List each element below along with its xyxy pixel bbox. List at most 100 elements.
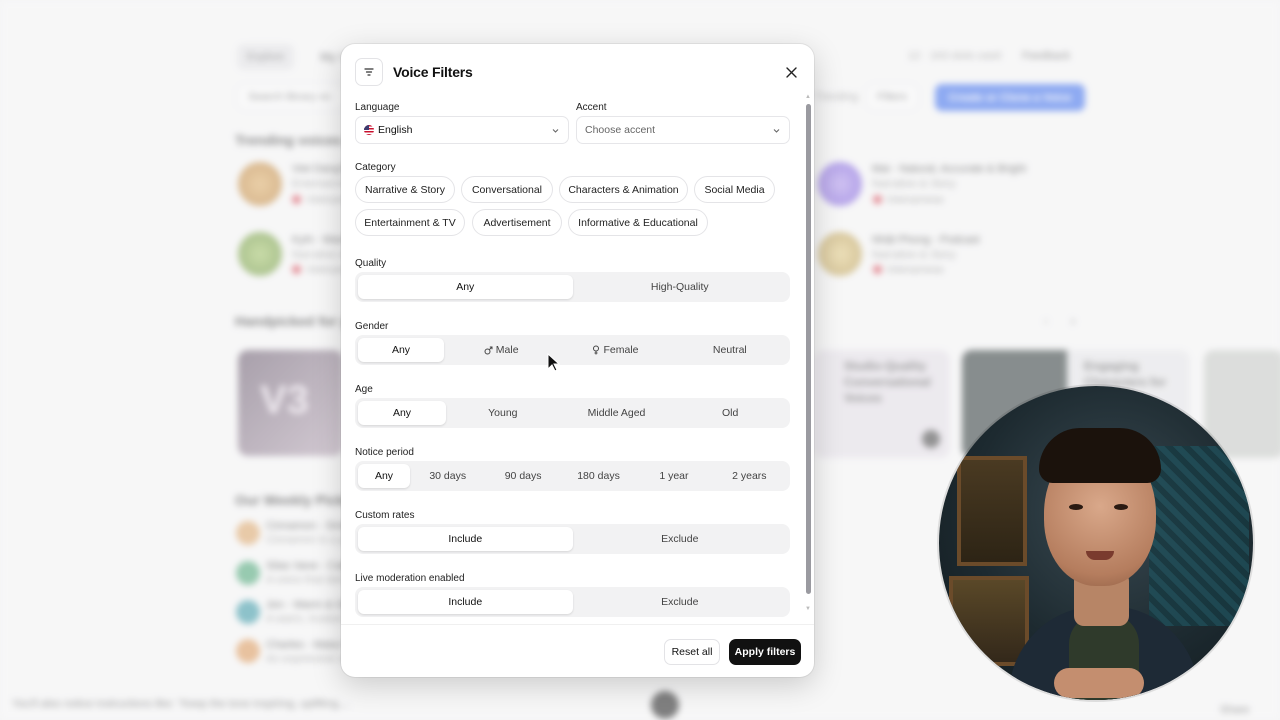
modal-footer: Reset all Apply filters bbox=[341, 624, 814, 677]
modal-header: Voice Filters bbox=[341, 44, 814, 102]
pick-name: Charles - Matur bbox=[266, 639, 342, 651]
avatar bbox=[238, 232, 282, 276]
chevron-down-icon bbox=[773, 129, 780, 133]
avatar bbox=[238, 162, 282, 206]
flag-icon bbox=[873, 265, 882, 274]
notice-option-180-days[interactable]: 180 days bbox=[561, 464, 636, 488]
live-moderation-segmented-control: Include Exclude bbox=[355, 587, 790, 617]
notice-option-any[interactable]: Any bbox=[358, 464, 410, 488]
notice-option-1-year[interactable]: 1 year bbox=[636, 464, 711, 488]
us-flag-icon bbox=[364, 125, 374, 135]
category-chip-advertisement[interactable]: Advertisement bbox=[472, 209, 562, 236]
gender-label: Gender bbox=[355, 321, 389, 332]
filter-icon bbox=[355, 58, 383, 86]
pick-desc: A warm, trusted bbox=[266, 613, 343, 625]
scrollbar[interactable]: ▲ ▼ bbox=[805, 94, 811, 616]
category-chip-social-media[interactable]: Social Media bbox=[694, 176, 775, 203]
avatar bbox=[818, 162, 862, 206]
handpicked-heading: Handpicked for y bbox=[235, 313, 349, 329]
voice-name: Viet DangT bbox=[292, 163, 347, 175]
age-option-old[interactable]: Old bbox=[673, 401, 787, 425]
play-button-bg bbox=[651, 691, 679, 719]
gender-option-female[interactable]: Female bbox=[558, 338, 672, 362]
close-icon[interactable] bbox=[781, 62, 801, 82]
male-icon bbox=[484, 346, 493, 354]
avatar bbox=[236, 561, 260, 585]
notice-period-label: Notice period bbox=[355, 447, 414, 458]
trending-heading: Trending voices bbox=[235, 132, 342, 148]
gender-segmented-control: Any Male Female Neutral bbox=[355, 335, 790, 365]
webcam-overlay bbox=[939, 386, 1253, 700]
pick-desc: A voice that deli bbox=[266, 574, 344, 586]
create-clone-button: Create or Clone a Voice bbox=[935, 84, 1085, 111]
player-caption: You'll also notice instructions like: "K… bbox=[12, 698, 351, 710]
voice-name: Nhật Phong - Podcast bbox=[872, 234, 980, 246]
feedback-link: Feedback bbox=[1022, 50, 1071, 62]
share-link: Share bbox=[1220, 704, 1250, 716]
gender-option-any[interactable]: Any bbox=[358, 338, 444, 362]
mouse-cursor-icon bbox=[547, 353, 560, 372]
avatar bbox=[818, 232, 862, 276]
credits-indicator: 12 · 163 slots used bbox=[908, 50, 1001, 62]
language-select[interactable]: English bbox=[355, 116, 569, 144]
custom-rates-segmented-control: Include Exclude bbox=[355, 524, 790, 554]
avatar bbox=[236, 521, 260, 545]
voice-filters-modal: Voice Filters Language English Accent Ch… bbox=[341, 44, 814, 677]
accent-placeholder: Choose accent bbox=[585, 124, 656, 136]
trending-sort: Trending bbox=[815, 91, 859, 103]
category-label: Category bbox=[355, 162, 396, 173]
custom-rates-option-include[interactable]: Include bbox=[358, 527, 573, 551]
age-option-any[interactable]: Any bbox=[358, 401, 446, 425]
quality-option-high-quality[interactable]: High-Quality bbox=[573, 275, 788, 299]
notice-option-90-days[interactable]: 90 days bbox=[485, 464, 560, 488]
language-label: Language bbox=[355, 102, 400, 113]
age-option-young[interactable]: Young bbox=[446, 401, 560, 425]
category-chip-conversational[interactable]: Conversational bbox=[461, 176, 553, 203]
avatar bbox=[236, 639, 260, 663]
category-chip-characters-animation[interactable]: Characters & Animation bbox=[559, 176, 688, 203]
custom-rates-option-exclude[interactable]: Exclude bbox=[573, 527, 788, 551]
voice-language: Vietnamese bbox=[886, 194, 944, 206]
live-moderation-option-exclude[interactable]: Exclude bbox=[573, 590, 788, 614]
accent-label: Accent bbox=[576, 102, 607, 113]
age-option-middle-aged[interactable]: Middle Aged bbox=[560, 401, 674, 425]
notice-period-segmented-control: Any 30 days 90 days 180 days 1 year 2 ye… bbox=[355, 461, 790, 491]
age-segmented-control: Any Young Middle Aged Old bbox=[355, 398, 790, 428]
quality-option-any[interactable]: Any bbox=[358, 275, 573, 299]
flag-icon bbox=[292, 195, 301, 204]
notice-option-30-days[interactable]: 30 days bbox=[410, 464, 485, 488]
flag-icon bbox=[873, 195, 882, 204]
voice-category: Narrative & Story bbox=[872, 249, 956, 261]
carousel-prev-icon: ‹ bbox=[1044, 314, 1048, 328]
voice-language: Vietnamese bbox=[886, 264, 944, 276]
modal-body[interactable]: Language English Accent Choose accent Ca… bbox=[341, 102, 814, 624]
pick-desc: Cinnamon is a pl bbox=[266, 534, 348, 546]
flag-icon bbox=[292, 265, 301, 274]
apply-filters-button[interactable]: Apply filters bbox=[729, 639, 801, 665]
explore-tab: Explore bbox=[237, 44, 295, 70]
custom-rates-label: Custom rates bbox=[355, 510, 415, 521]
quality-segmented-control: Any High-Quality bbox=[355, 272, 790, 302]
voice-category: Narrative & bbox=[292, 249, 348, 261]
scroll-down-icon[interactable]: ▼ bbox=[805, 606, 811, 612]
handpicked-card: V3 bbox=[238, 350, 343, 456]
quality-label: Quality bbox=[355, 258, 387, 269]
category-chip-informative-educational[interactable]: Informative & Educational bbox=[568, 209, 708, 236]
category-chip-narrative-story[interactable]: Narrative & Story bbox=[355, 176, 455, 203]
scrollbar-thumb[interactable] bbox=[806, 104, 811, 594]
accent-select[interactable]: Choose accent bbox=[576, 116, 790, 144]
gender-option-neutral[interactable]: Neutral bbox=[673, 338, 787, 362]
search-input-bg: Search library vo bbox=[237, 84, 357, 110]
pick-name: Jon - Warm & Gr bbox=[266, 599, 349, 611]
weekly-heading: Our Weekly Picks bbox=[235, 492, 353, 508]
notice-option-2-years[interactable]: 2 years bbox=[712, 464, 787, 488]
voice-category: Narrative & Story bbox=[872, 178, 956, 190]
reset-all-button[interactable]: Reset all bbox=[664, 639, 720, 665]
scroll-up-icon[interactable]: ▲ bbox=[805, 94, 811, 100]
category-chip-entertainment-tv[interactable]: Entertainment & TV bbox=[355, 209, 465, 236]
carousel-next-icon: › bbox=[1071, 314, 1075, 328]
live-moderation-option-include[interactable]: Include bbox=[358, 590, 573, 614]
handpicked-card: Studio-Quality Conversational Voices bbox=[814, 350, 950, 458]
gender-option-male[interactable]: Male bbox=[444, 338, 558, 362]
language-value: English bbox=[378, 124, 413, 136]
